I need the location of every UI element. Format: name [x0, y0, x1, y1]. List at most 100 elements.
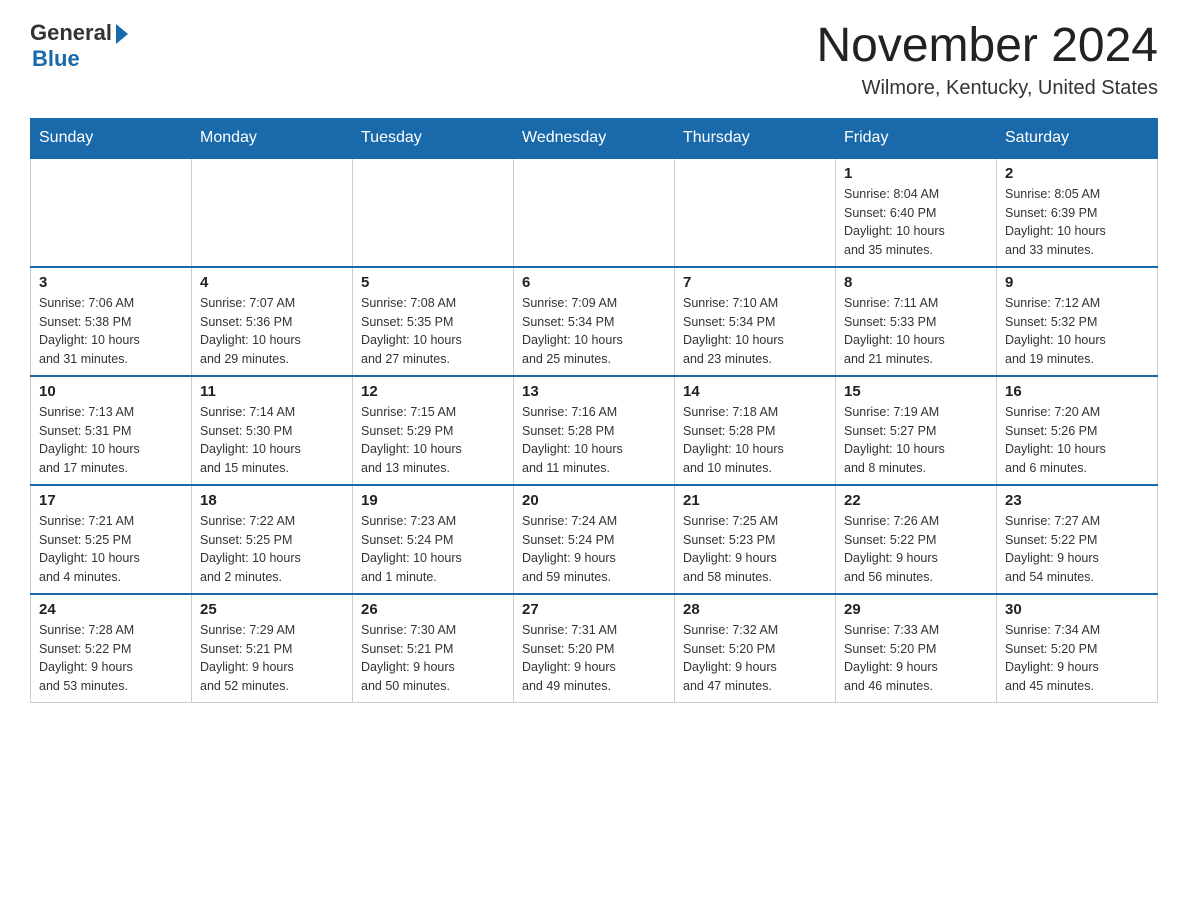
calendar-week-row: 17 Sunrise: 7:21 AMSunset: 5:25 PMDayligh… — [31, 485, 1158, 594]
day-info: Sunrise: 7:15 AMSunset: 5:29 PMDaylight:… — [361, 403, 505, 478]
calendar-cell: 24Sunrise: 7:28 AMSunset: 5:22 PMDayligh… — [31, 594, 192, 703]
day-info: Sunrise: 7:34 AMSunset: 5:20 PMDaylight:… — [1005, 621, 1149, 696]
calendar-cell: 4 Sunrise: 7:07 AMSunset: 5:36 PMDaylight… — [192, 267, 353, 376]
day-number: 3 — [39, 274, 183, 291]
day-number: 16 — [1005, 383, 1149, 400]
day-number: 29 — [844, 601, 988, 618]
weekday-header: Sunday — [31, 118, 192, 158]
logo-general-text: General — [30, 20, 112, 46]
weekday-header: Thursday — [675, 118, 836, 158]
day-info: Sunrise: 7:25 AMSunset: 5:23 PMDaylight:… — [683, 512, 827, 587]
day-number: 21 — [683, 492, 827, 509]
day-info: Sunrise: 7:23 AMSunset: 5:24 PMDaylight:… — [361, 512, 505, 587]
day-number: 7 — [683, 274, 827, 291]
day-info: Sunrise: 7:30 AMSunset: 5:21 PMDaylight:… — [361, 621, 505, 696]
calendar-cell — [192, 158, 353, 267]
day-number: 17 — [39, 492, 183, 509]
day-number: 10 — [39, 383, 183, 400]
day-info: Sunrise: 7:12 AMSunset: 5:32 PMDaylight:… — [1005, 294, 1149, 369]
calendar-cell: 13 Sunrise: 7:16 AMSunset: 5:28 PMDayligh… — [514, 376, 675, 485]
weekday-header-row: SundayMondayTuesdayWednesdayThursdayFrid… — [31, 118, 1158, 158]
calendar-cell: 26Sunrise: 7:30 AMSunset: 5:21 PMDayligh… — [353, 594, 514, 703]
day-number: 23 — [1005, 492, 1149, 509]
day-info: Sunrise: 7:19 AMSunset: 5:27 PMDaylight:… — [844, 403, 988, 478]
calendar-cell: 7 Sunrise: 7:10 AMSunset: 5:34 PMDaylight… — [675, 267, 836, 376]
day-number: 5 — [361, 274, 505, 291]
calendar-week-row: 10 Sunrise: 7:13 AMSunset: 5:31 PMDayligh… — [31, 376, 1158, 485]
day-number: 4 — [200, 274, 344, 291]
day-info: Sunrise: 7:16 AMSunset: 5:28 PMDaylight:… — [522, 403, 666, 478]
day-info: Sunrise: 7:21 AMSunset: 5:25 PMDaylight:… — [39, 512, 183, 587]
weekday-header: Monday — [192, 118, 353, 158]
weekday-header: Wednesday — [514, 118, 675, 158]
calendar-cell: 27 Sunrise: 7:31 AMSunset: 5:20 PMDayligh… — [514, 594, 675, 703]
day-number: 8 — [844, 274, 988, 291]
day-number: 11 — [200, 383, 344, 400]
calendar-cell: 21 Sunrise: 7:25 AMSunset: 5:23 PMDayligh… — [675, 485, 836, 594]
calendar-cell: 29 Sunrise: 7:33 AMSunset: 5:20 PMDayligh… — [836, 594, 997, 703]
calendar-cell: 25 Sunrise: 7:29 AMSunset: 5:21 PMDayligh… — [192, 594, 353, 703]
calendar-cell: 8Sunrise: 7:11 AMSunset: 5:33 PMDaylight… — [836, 267, 997, 376]
day-info: Sunrise: 7:09 AMSunset: 5:34 PMDaylight:… — [522, 294, 666, 369]
calendar-cell: 10 Sunrise: 7:13 AMSunset: 5:31 PMDayligh… — [31, 376, 192, 485]
day-number: 15 — [844, 383, 988, 400]
day-number: 27 — [522, 601, 666, 618]
day-number: 2 — [1005, 165, 1149, 182]
calendar-cell: 30Sunrise: 7:34 AMSunset: 5:20 PMDayligh… — [997, 594, 1158, 703]
calendar-cell: 16Sunrise: 7:20 AMSunset: 5:26 PMDayligh… — [997, 376, 1158, 485]
calendar-cell — [514, 158, 675, 267]
day-info: Sunrise: 7:29 AMSunset: 5:21 PMDaylight:… — [200, 621, 344, 696]
calendar-table: SundayMondayTuesdayWednesdayThursdayFrid… — [30, 118, 1158, 703]
day-number: 9 — [1005, 274, 1149, 291]
calendar-cell: 12Sunrise: 7:15 AMSunset: 5:29 PMDayligh… — [353, 376, 514, 485]
day-info: Sunrise: 7:06 AMSunset: 5:38 PMDaylight:… — [39, 294, 183, 369]
calendar-week-row: 1Sunrise: 8:04 AMSunset: 6:40 PMDaylight… — [31, 158, 1158, 267]
calendar-cell: 14 Sunrise: 7:18 AMSunset: 5:28 PMDayligh… — [675, 376, 836, 485]
day-number: 13 — [522, 383, 666, 400]
day-number: 14 — [683, 383, 827, 400]
calendar-cell: 23 Sunrise: 7:27 AMSunset: 5:22 PMDayligh… — [997, 485, 1158, 594]
day-info: Sunrise: 7:27 AMSunset: 5:22 PMDaylight:… — [1005, 512, 1149, 587]
calendar-cell: 11 Sunrise: 7:14 AMSunset: 5:30 PMDayligh… — [192, 376, 353, 485]
day-info: Sunrise: 7:24 AMSunset: 5:24 PMDaylight:… — [522, 512, 666, 587]
calendar-cell: 18 Sunrise: 7:22 AMSunset: 5:25 PMDayligh… — [192, 485, 353, 594]
page-header: General Blue November 2024 Wilmore, Kent… — [30, 20, 1158, 100]
calendar-cell: 19 Sunrise: 7:23 AMSunset: 5:24 PMDayligh… — [353, 485, 514, 594]
weekday-header: Saturday — [997, 118, 1158, 158]
day-number: 25 — [200, 601, 344, 618]
calendar-week-row: 3 Sunrise: 7:06 AMSunset: 5:38 PMDaylight… — [31, 267, 1158, 376]
day-info: Sunrise: 7:32 AMSunset: 5:20 PMDaylight:… — [683, 621, 827, 696]
calendar-header: SundayMondayTuesdayWednesdayThursdayFrid… — [31, 118, 1158, 158]
logo: General Blue — [30, 20, 128, 72]
calendar-cell: 20Sunrise: 7:24 AMSunset: 5:24 PMDayligh… — [514, 485, 675, 594]
calendar-cell: 2Sunrise: 8:05 AMSunset: 6:39 PMDaylight… — [997, 158, 1158, 267]
weekday-header: Tuesday — [353, 118, 514, 158]
day-info: Sunrise: 7:08 AMSunset: 5:35 PMDaylight:… — [361, 294, 505, 369]
day-info: Sunrise: 7:18 AMSunset: 5:28 PMDaylight:… — [683, 403, 827, 478]
calendar-cell: 6Sunrise: 7:09 AMSunset: 5:34 PMDaylight… — [514, 267, 675, 376]
calendar-body: 1Sunrise: 8:04 AMSunset: 6:40 PMDaylight… — [31, 158, 1158, 703]
day-info: Sunrise: 7:31 AMSunset: 5:20 PMDaylight:… — [522, 621, 666, 696]
day-info: Sunrise: 7:13 AMSunset: 5:31 PMDaylight:… — [39, 403, 183, 478]
calendar-cell: 3 Sunrise: 7:06 AMSunset: 5:38 PMDaylight… — [31, 267, 192, 376]
calendar-cell: 1Sunrise: 8:04 AMSunset: 6:40 PMDaylight… — [836, 158, 997, 267]
day-info: Sunrise: 7:10 AMSunset: 5:34 PMDaylight:… — [683, 294, 827, 369]
day-info: Sunrise: 7:33 AMSunset: 5:20 PMDaylight:… — [844, 621, 988, 696]
calendar-cell: 9 Sunrise: 7:12 AMSunset: 5:32 PMDaylight… — [997, 267, 1158, 376]
day-info: Sunrise: 7:07 AMSunset: 5:36 PMDaylight:… — [200, 294, 344, 369]
calendar-cell — [353, 158, 514, 267]
calendar-cell: 17 Sunrise: 7:21 AMSunset: 5:25 PMDayligh… — [31, 485, 192, 594]
day-info: Sunrise: 7:14 AMSunset: 5:30 PMDaylight:… — [200, 403, 344, 478]
day-number: 18 — [200, 492, 344, 509]
day-info: Sunrise: 7:26 AMSunset: 5:22 PMDaylight:… — [844, 512, 988, 587]
logo-arrow-icon — [116, 24, 128, 44]
day-info: Sunrise: 7:22 AMSunset: 5:25 PMDaylight:… — [200, 512, 344, 587]
calendar-cell — [31, 158, 192, 267]
month-title: November 2024 — [816, 20, 1158, 73]
day-number: 19 — [361, 492, 505, 509]
calendar-cell: 22Sunrise: 7:26 AMSunset: 5:22 PMDayligh… — [836, 485, 997, 594]
calendar-week-row: 24Sunrise: 7:28 AMSunset: 5:22 PMDayligh… — [31, 594, 1158, 703]
day-info: Sunrise: 7:28 AMSunset: 5:22 PMDaylight:… — [39, 621, 183, 696]
calendar-cell — [675, 158, 836, 267]
calendar-cell: 28Sunrise: 7:32 AMSunset: 5:20 PMDayligh… — [675, 594, 836, 703]
